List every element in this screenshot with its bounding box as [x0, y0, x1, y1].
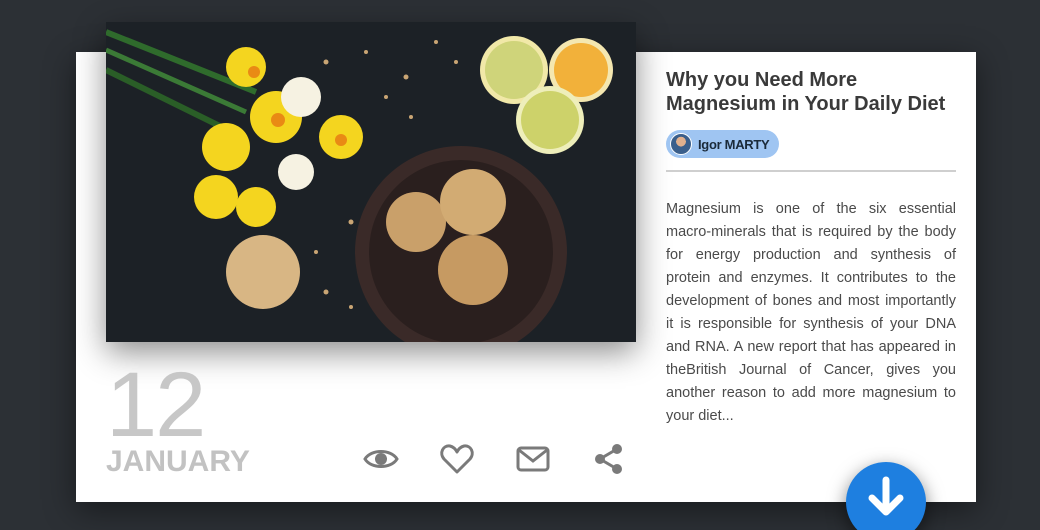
author-name: Igor MARTY	[698, 136, 770, 152]
article-hero-image	[106, 22, 636, 342]
author-badge[interactable]: Igor MARTY	[666, 130, 780, 158]
article-excerpt: Magnesium is one of the six essential ma…	[666, 201, 956, 424]
heart-icon	[440, 444, 474, 474]
share-button[interactable]	[590, 440, 628, 478]
article-actions	[362, 440, 628, 478]
arrow-down-icon	[868, 476, 904, 516]
like-button[interactable]	[438, 440, 476, 478]
food-photo	[106, 22, 636, 342]
mail-icon	[516, 446, 550, 472]
avatar	[670, 133, 692, 155]
email-button[interactable]	[514, 440, 552, 478]
article-content: Why you Need More Magnesium in Your Dail…	[666, 68, 956, 428]
eye-icon	[363, 450, 399, 468]
views-button[interactable]	[362, 440, 400, 478]
date-day: 12	[106, 354, 206, 456]
date-month: JANUARY	[106, 445, 250, 478]
article-title[interactable]: Why you Need More Magnesium in Your Dail…	[666, 68, 956, 116]
divider	[666, 170, 956, 172]
share-icon	[595, 444, 622, 474]
article-date: 12 JANUARY	[106, 354, 250, 478]
